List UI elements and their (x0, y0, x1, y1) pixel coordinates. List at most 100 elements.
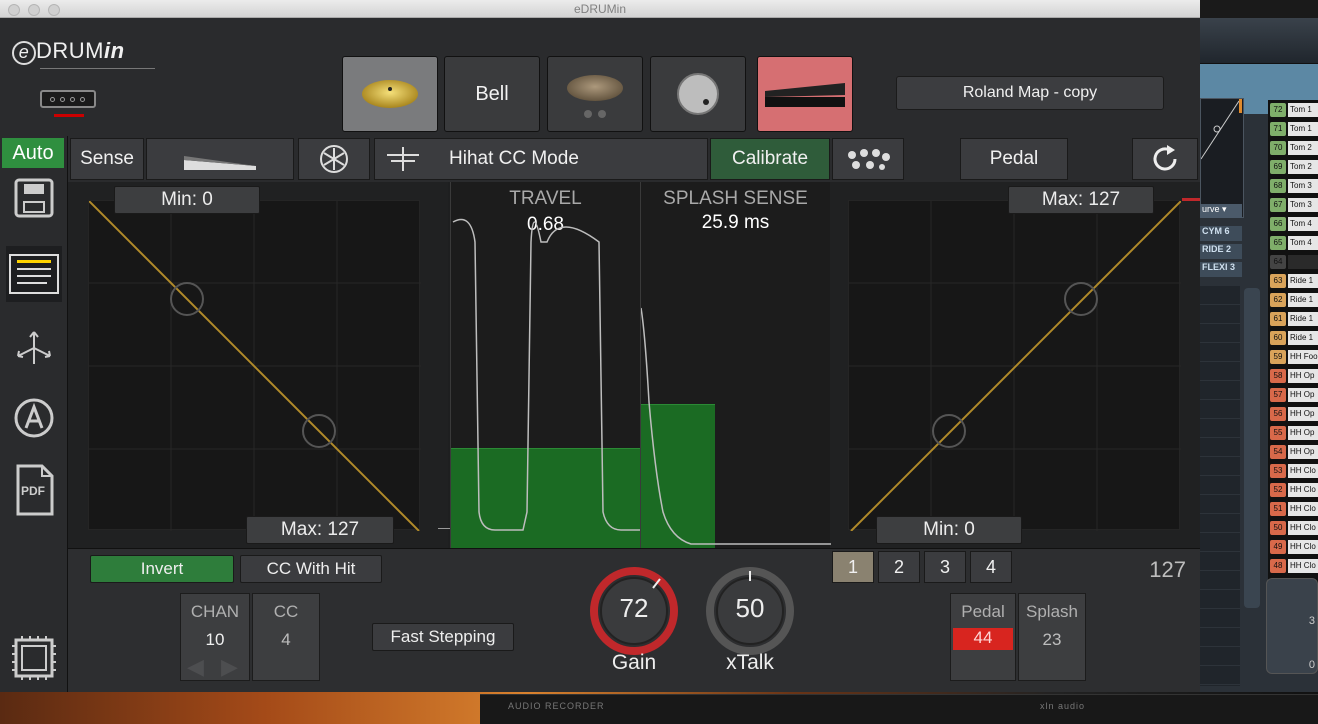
note-row[interactable]: 51 HH Clo (1268, 501, 1318, 517)
note-row[interactable]: 53 HH Clo (1268, 463, 1318, 479)
map-button-ride[interactable]: RIDE 2 (1200, 244, 1242, 259)
note-row[interactable]: 71 Tom 1 (1268, 121, 1318, 137)
auto-button[interactable]: Auto (2, 138, 64, 168)
map-button-flexi[interactable]: FLEXI 3 (1200, 262, 1242, 277)
note-name: Tom 1 (1288, 122, 1318, 136)
note-name (1288, 255, 1318, 269)
calibrate-button[interactable]: Calibrate (710, 138, 830, 180)
note-number: 62 (1270, 293, 1286, 307)
note-row[interactable]: 60 Ride 1 (1268, 330, 1318, 346)
left-sidebar: Auto PDF (0, 136, 68, 692)
bell-zone-button[interactable]: Bell (444, 56, 540, 132)
note-row[interactable]: 54 HH Op (1268, 444, 1318, 460)
cymbal-edge-icon (567, 75, 623, 118)
note-row[interactable]: 52 HH Clo (1268, 482, 1318, 498)
note-row[interactable]: 58 HH Op (1268, 368, 1318, 384)
note-row[interactable]: 68 Tom 3 (1268, 178, 1318, 194)
pedal-zone-button[interactable] (757, 56, 853, 132)
routing-icon[interactable] (6, 318, 62, 374)
curve-graph-icon (1200, 99, 1242, 160)
left-curve-plot[interactable] (88, 200, 421, 532)
knob-zone-button[interactable] (650, 56, 746, 132)
left-min-label[interactable]: Min: 0 (114, 186, 260, 214)
map-name-button[interactable]: Roland Map - copy (896, 76, 1164, 110)
note-row[interactable]: 64 (1268, 254, 1318, 270)
tab-1[interactable]: 1 (832, 551, 874, 583)
travel-waveform (452, 218, 641, 531)
channel-prev-icon[interactable]: ◀ (187, 654, 204, 680)
note-row[interactable]: 65 Tom 4 (1268, 235, 1318, 251)
channel-next-icon[interactable]: ▶ (221, 654, 238, 680)
note-row[interactable]: 72 Tom 1 (1268, 102, 1318, 118)
pedal-button[interactable]: Pedal (960, 138, 1068, 180)
note-name: Ride 1 (1288, 274, 1318, 288)
note-row[interactable]: 55 HH Op (1268, 425, 1318, 441)
note-number: 72 (1270, 103, 1286, 117)
brand-label: xln audio (1040, 701, 1086, 711)
note-row[interactable]: 67 Tom 3 (1268, 197, 1318, 213)
list-icon[interactable] (6, 246, 62, 302)
note-row[interactable]: 56 HH Op (1268, 406, 1318, 422)
channel-cell[interactable]: CHAN 10 ◀ ▶ (180, 593, 250, 681)
map-button-cym[interactable]: CYM 6 (1200, 226, 1242, 241)
xtalk-label: xTalk (726, 651, 774, 674)
tab-2[interactable]: 2 (878, 551, 920, 583)
splash-value-cell[interactable]: Splash 23 (1018, 593, 1086, 681)
background-app-topbar (1200, 18, 1318, 64)
pedal-curve-button[interactable] (146, 138, 294, 180)
auto-icon[interactable] (6, 390, 62, 446)
right-curve-plot[interactable] (848, 200, 1182, 532)
sense-button[interactable]: Sense (70, 138, 144, 180)
note-number: 58 (1270, 369, 1286, 383)
refresh-button[interactable] (1132, 138, 1198, 180)
bottom-panel: Invert CC With Hit CHAN 10 ◀ ▶ CC 4 Fast… (68, 548, 1200, 692)
curve-handle-4[interactable] (932, 414, 966, 448)
cymbal-edge-zone-button[interactable] (547, 56, 643, 132)
note-number: 69 (1270, 160, 1286, 174)
fast-stepping-button[interactable]: Fast Stepping (372, 623, 514, 651)
curve-handle-3[interactable] (1064, 282, 1098, 316)
edrumin-window: eDRUMin e DRUMin Bell Roland Map - copy … (0, 0, 1200, 692)
chip-icon[interactable] (6, 630, 62, 686)
note-row[interactable]: 69 Tom 2 (1268, 159, 1318, 175)
cc-with-hit-button[interactable]: CC With Hit (240, 555, 382, 583)
gain-value: 72 (619, 593, 649, 623)
note-row[interactable]: 62 Ride 1 (1268, 292, 1318, 308)
note-number: 71 (1270, 122, 1286, 136)
note-row[interactable]: 70 Tom 2 (1268, 140, 1318, 156)
hihat-cc-mode-button[interactable]: Hihat CC Mode (374, 138, 708, 180)
note-row[interactable]: 50 HH Clo (1268, 520, 1318, 536)
curve-dropdown[interactable]: urve ▾ (1200, 204, 1242, 218)
cymbal-bow-zone-button[interactable] (342, 56, 438, 132)
note-name: Tom 1 (1288, 103, 1318, 117)
note-name: Tom 4 (1288, 236, 1318, 250)
note-number: 70 (1270, 141, 1286, 155)
right-min-label[interactable]: Min: 0 (876, 516, 1022, 544)
cc-cell[interactable]: CC 4 (252, 593, 320, 681)
note-row[interactable]: 59 HH Foo (1268, 349, 1318, 365)
tab-3[interactable]: 3 (924, 551, 966, 583)
tab-4[interactable]: 4 (970, 551, 1012, 583)
invert-button[interactable]: Invert (90, 555, 234, 583)
note-row[interactable]: 61 Ride 1 (1268, 311, 1318, 327)
note-number: 68 (1270, 179, 1286, 193)
gain-label: Gain (611, 651, 657, 674)
background-scrollbar[interactable] (1244, 288, 1260, 608)
drum-module-button[interactable] (298, 138, 370, 180)
note-row[interactable]: 57 HH Op (1268, 387, 1318, 403)
pad-layout-button[interactable] (832, 138, 904, 180)
pdf-icon[interactable]: PDF (6, 462, 62, 518)
pedal-value-cell[interactable]: Pedal 44 (950, 593, 1016, 681)
note-row[interactable]: 63 Ride 1 (1268, 273, 1318, 289)
refresh-icon (1153, 145, 1177, 171)
note-row[interactable]: 66 Tom 4 (1268, 216, 1318, 232)
note-row[interactable]: 48 HH Clo (1268, 558, 1318, 574)
note-row[interactable]: 49 HH Clo (1268, 539, 1318, 555)
right-max-label[interactable]: Max: 127 (1008, 186, 1154, 214)
save-icon[interactable] (6, 170, 62, 226)
left-max-label[interactable]: Max: 127 (246, 516, 394, 544)
note-name: HH Foo (1288, 350, 1318, 364)
title-bar: eDRUMin (0, 0, 1200, 18)
note-name: Ride 1 (1288, 312, 1318, 326)
note-number: 63 (1270, 274, 1286, 288)
